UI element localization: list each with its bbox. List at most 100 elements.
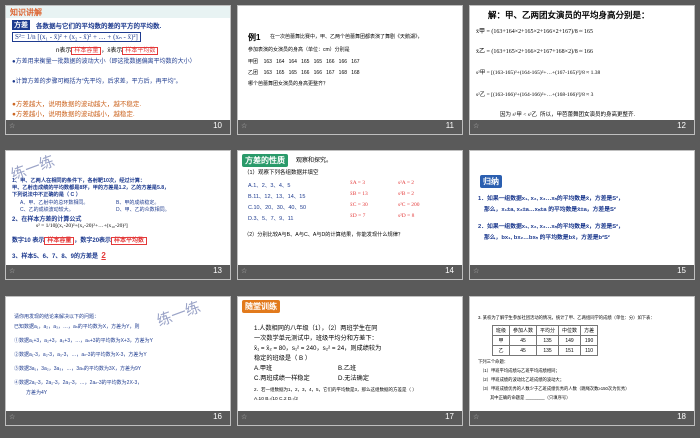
mean-b: x̄乙 = (163+165×2+166×2+167+168×2)/8 ≈ 16…: [476, 49, 594, 55]
slide-footer: ☆ 17: [238, 411, 462, 425]
q1d: 稳定的班级是（ B ）: [254, 355, 312, 362]
problem: 3. 某校为了解学生参加社团活动的情况，统计了甲、乙两组同学的成绩（单位：分）如…: [478, 315, 655, 320]
item2: ②数据a₁-3，a₂-3，a₃-3，…，aₙ-3的平均数为X-3，方差为Y: [14, 352, 147, 358]
table-cell: 110: [580, 345, 599, 356]
star-icon: ☆: [473, 413, 480, 421]
statements-intro: 下列三个命题：: [478, 359, 509, 364]
slide-11[interactable]: 例1 在一次芭蕾舞比赛中，甲、乙两个芭蕾舞团都表演了舞剧《天鹅湖》， 参加表演的…: [237, 5, 463, 135]
opt-c: C、乙的成绩波动较大。: [20, 207, 74, 213]
term-label: 方差: [12, 20, 30, 30]
q2-options: A.10 B.√10 C.2 D.√2: [254, 397, 298, 402]
slide-18[interactable]: 3. 某校为了解学生参加社团活动的情况，统计了甲、乙两组同学的成绩（单位：分）如…: [469, 296, 695, 426]
conclusion: 因为 s²甲 < s²乙 所以，甲芭蕾舞团女演员的身高更整齐.: [500, 112, 636, 118]
table-cell: 甲: [491, 335, 511, 346]
mean-b: x̄B = 13: [350, 191, 368, 197]
slide-number: 17: [445, 412, 454, 421]
slide-12[interactable]: 解：甲、乙两团女演员的平均身高分别是： x̄甲 = (163+164×2+165…: [469, 5, 695, 135]
row-a: 甲团 163 164 164 165 165 166 166 167: [248, 59, 360, 65]
q1b: 一次数学单元测试中，班级平均分和方差下：: [254, 335, 378, 342]
q1c: 下列说法中不正确的是（ C ）: [12, 192, 81, 198]
slide-16[interactable]: 练一练 请你用发现的结论来解决以下的问题： 已知数据a₁，a₂，a₃，…，aₙ的…: [5, 296, 231, 426]
var-b: s²B = 2: [398, 191, 415, 197]
opt-b: B、甲的成绩稳定。: [116, 200, 160, 206]
example-line2: 参加表演的女演员的身高（单位：cm）分别是: [248, 47, 350, 53]
table-cell: 135: [536, 335, 560, 346]
slide-17[interactable]: 随堂训练 1.人数相同的八年级（1），（2）两班学生在同 一次数学单元测试中，班…: [237, 296, 463, 426]
opt-d: D.无法确定: [338, 375, 369, 382]
rule1b: 那么，x₁±a, x₂±a…xₙ±a 的平均数是x̄±a，方差是S²: [484, 207, 616, 213]
section-label: 知识讲解: [10, 8, 42, 17]
star-icon: ☆: [473, 122, 480, 130]
table-cell: 45: [509, 335, 538, 346]
row-b: 乙团 163 165 165 166 166 167 168 168: [248, 70, 360, 76]
note-large: ●方差越大，说明数据的波动越大，越不稳定.: [12, 101, 142, 108]
mean-a: x̄A = 3: [350, 180, 366, 186]
slide-footer: ☆ 16: [6, 411, 230, 425]
slide-footer: ☆ 12: [470, 120, 694, 134]
var-d: s²D = 8: [398, 213, 415, 219]
item1: ①数据a₁+3，a₂+3，a₃+3，…，aₙ+3的平均数为X+3，方差为Y: [14, 338, 153, 344]
table-header-row: 班级 参加人数 平均分 中位数 方差: [491, 325, 599, 336]
set-d: D.3、5、7、9、11: [248, 216, 294, 222]
table-header: 参加人数: [509, 325, 538, 336]
slide-number: 12: [677, 121, 686, 130]
table-row: 甲 45 135 149 190: [491, 335, 599, 346]
q1: 1.人数相同的八年级（1），（2）两班学生在同: [254, 325, 378, 332]
table-cell: 190: [580, 335, 599, 346]
note-steps: ●计算方差的步骤可概括为“先平均，后求差，平方后，再平均”。: [12, 79, 182, 85]
table-header: 中位数: [558, 325, 582, 336]
item4b: 方差为4Y: [26, 390, 48, 396]
opt-b: B.乙班: [338, 365, 357, 372]
rule2b: 那么，bx₁, bx₂…bxₙ 的平均数是bx̄，方差是b²S²: [484, 235, 610, 241]
slide-14[interactable]: 方差的性质 观察和探究。 （1）观察下列各组数据并填空 A.1、2、3、4、5 …: [237, 150, 463, 280]
star-icon: ☆: [473, 267, 480, 275]
table-cell: 乙: [491, 345, 511, 356]
example-line1: 在一次芭蕾舞比赛中，甲、乙两个芭蕾舞团都表演了舞剧《天鹅湖》，: [270, 34, 423, 40]
var-c: s²C = 200: [398, 202, 420, 208]
star-icon: ☆: [9, 413, 16, 421]
summary-header: 归纳: [480, 175, 502, 188]
variance-b: s²乙 = [(163-166)²+(164-166)²+…+(168-166)…: [476, 92, 594, 98]
opt-a: A.甲班: [254, 365, 273, 372]
star-icon: ☆: [241, 122, 248, 130]
subheader: 观察和探究。: [296, 158, 333, 164]
slide-footer: ☆ 14: [238, 265, 462, 279]
mean-a: x̄甲 = (163+164×2+165×2+166×2+167)/8 ≈ 16…: [476, 29, 594, 35]
variance-formula: S²= 1/n [(x₁ - x̄)² + (x₂ - x̄)² + … + (…: [12, 32, 141, 42]
slide-number: 14: [445, 266, 454, 275]
statement-3: （3）甲班成绩优秀的人数少于乙班成绩优秀的人数（跳绳次数≥150次为优秀）: [480, 386, 630, 391]
intro: 请你用发现的结论来解决以下的问题：: [14, 314, 100, 320]
slide-number: 16: [213, 412, 222, 421]
section-header: 方差的性质: [242, 154, 288, 167]
slide-13[interactable]: 练一练 1、甲、乙两人在相同的条件下，各射靶10次，经过计算： 甲、乙射击成绩的…: [5, 150, 231, 280]
opt-d: D、甲、乙的众数相同。: [116, 207, 170, 213]
part2: （2）分别比较A与B、A与C、A与D的计算结果，你能发现什么规律？: [244, 232, 404, 238]
slide-number: 15: [677, 266, 686, 275]
rule1: 1．如果一组数据x₁, x₂, x₃…xₙ的平均数是x̄，方差是S²，: [478, 196, 624, 202]
note-small: ●方差越小，说明数据的波动越小，越稳定.: [12, 111, 135, 118]
section-header: 随堂训练: [242, 300, 280, 313]
variance-a: s²甲 = [(163-165)²+(164-165)²+…+(167-165)…: [476, 70, 601, 76]
statement-1: （1）甲班平均成绩与乙班平均成绩相同；: [480, 368, 560, 373]
q2: 2、在样本方差的计算公式: [12, 217, 82, 223]
set-a: A.1、2、3、4、5: [248, 183, 291, 189]
opt-c: C.两班成绩一样稳定: [254, 375, 310, 382]
table-cell: 149: [558, 335, 582, 346]
slide-10[interactable]: 知识讲解 方差 各数据与它们的平均数的差的平方的平均数. S²= 1/n [(x…: [5, 5, 231, 135]
q1b: 甲、乙射击成绩的平均数都是8环，甲的方差是1.2，乙的方差是5.8，: [12, 185, 170, 191]
q2-formula: s² = 1/10[(x₁-20)²+(x₂-20)²+…+(x₁₀-20)²]: [36, 223, 128, 229]
score-table: 班级 参加人数 平均分 中位数 方差 甲 45 135 149 190 乙 45…: [491, 325, 599, 356]
slide-number: 10: [213, 121, 222, 130]
q2-answer: 数字10 表示 样本容量 ，数字20表示 样本平均数: [12, 235, 148, 245]
slide-footer: ☆ 15: [470, 265, 694, 279]
mean-c: x̄C = 30: [350, 202, 368, 208]
slide-15[interactable]: 归纳 1．如果一组数据x₁, x₂, x₃…xₙ的平均数是x̄，方差是S²， 那…: [469, 150, 695, 280]
mean-d: x̄D = 7: [350, 213, 366, 219]
star-icon: ☆: [9, 122, 16, 130]
part1: （1）观察下列各组数据并填空: [244, 170, 319, 176]
n-explain: n表示 样本容量 ，x̄表示 样本平均数: [56, 45, 159, 55]
q1c: x̄₁ = x̄₂ = 80，s₁² = 240，s₂² = 24，则成绩较为: [254, 345, 382, 352]
slide-number: 13: [213, 266, 222, 275]
table-cell: 45: [509, 345, 538, 356]
table-cell: 151: [558, 345, 582, 356]
